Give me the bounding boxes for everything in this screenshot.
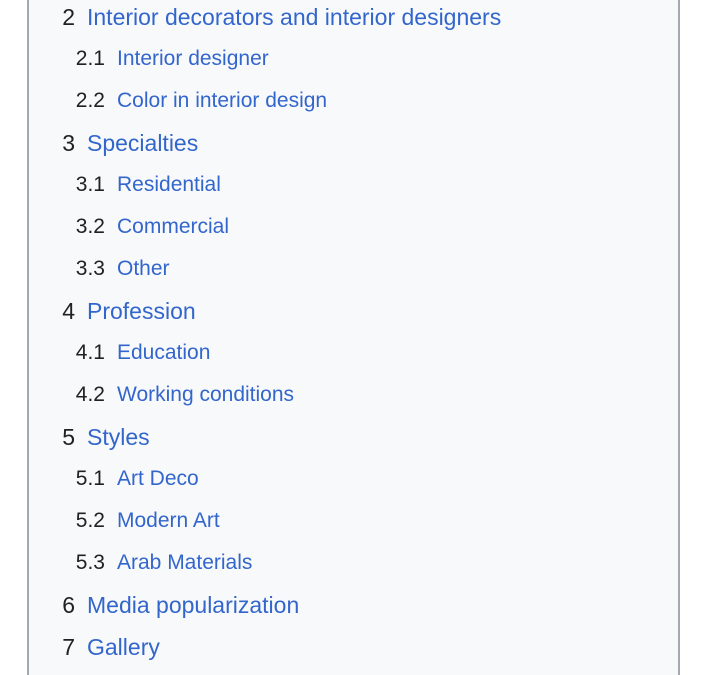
toc-entry-number: 4.1 xyxy=(75,341,105,364)
toc-list: 1.3Expansion2Interior decorators and int… xyxy=(29,0,678,668)
toc-entry-link[interactable]: Education xyxy=(117,332,210,374)
toc-entry[interactable]: 3.1 Residential xyxy=(29,164,678,206)
toc-entry-link[interactable]: Interior decorators and interior designe… xyxy=(87,0,501,38)
toc-entry-number: 2.1 xyxy=(75,47,105,70)
toc-entry-link[interactable]: Arab Materials xyxy=(117,542,252,584)
toc-entry-link[interactable]: Art Deco xyxy=(117,458,199,500)
toc-entry-number: 6 xyxy=(62,592,75,618)
toc-entry-number: 5.3 xyxy=(75,551,105,574)
toc-entry[interactable]: 5.3 Arab Materials xyxy=(29,542,678,584)
toc-entry[interactable]: 2.1 Interior designer xyxy=(29,38,678,80)
toc-entry-number: 5.2 xyxy=(75,509,105,532)
toc-entry-number: 2.2 xyxy=(75,89,105,112)
toc-entry-link[interactable]: Commercial xyxy=(117,206,229,248)
toc-entry[interactable]: 4 Profession xyxy=(29,290,678,332)
toc-entry[interactable]: 2.2 Color in interior design xyxy=(29,80,678,122)
toc-entry-number: 3.1 xyxy=(75,173,105,196)
toc-entry-number: 4.2 xyxy=(75,383,105,406)
toc-entry[interactable]: 5.1 Art Deco xyxy=(29,458,678,500)
toc-entry[interactable]: 3 Specialties xyxy=(29,122,678,164)
toc-entry[interactable]: 5 Styles xyxy=(29,416,678,458)
toc-entry[interactable]: 4.1 Education xyxy=(29,332,678,374)
toc-entry-number: 2 xyxy=(62,4,75,30)
toc-entry-number: 3.2 xyxy=(75,215,105,238)
toc-entry[interactable]: 3.3 Other xyxy=(29,248,678,290)
toc-entry-link[interactable]: Residential xyxy=(117,164,221,206)
toc-entry-link[interactable]: Color in interior design xyxy=(117,80,327,122)
toc-entry-link[interactable]: Media popularization xyxy=(87,584,299,626)
toc-entry[interactable]: 6 Media popularization xyxy=(29,584,678,626)
toc-entry-link[interactable]: Other xyxy=(117,248,170,290)
toc-entry-link[interactable]: Interior designer xyxy=(117,38,269,80)
toc-entry[interactable]: 2 Interior decorators and interior design… xyxy=(29,0,678,38)
toc-entry[interactable]: 7 Gallery xyxy=(29,626,678,668)
table-of-contents-panel-wrapper: 1.3Expansion2Interior decorators and int… xyxy=(0,0,706,675)
toc-entry-link[interactable]: Gallery xyxy=(87,626,160,668)
toc-entry-link[interactable]: Specialties xyxy=(87,122,198,164)
toc-entry-number: 3.3 xyxy=(75,257,105,280)
toc-entry-link[interactable]: Profession xyxy=(87,290,196,332)
toc-entry-number: 5.1 xyxy=(75,467,105,490)
toc-entry-link[interactable]: Working conditions xyxy=(117,374,294,416)
toc-entry-number: 3 xyxy=(62,130,75,156)
toc-entry-link[interactable]: Modern Art xyxy=(117,500,220,542)
toc-entry-number: 4 xyxy=(62,298,75,324)
toc-entry[interactable]: 3.2 Commercial xyxy=(29,206,678,248)
toc-entry-number: 5 xyxy=(62,424,75,450)
table-of-contents: 1.3Expansion2Interior decorators and int… xyxy=(27,0,680,675)
toc-entry-link[interactable]: Styles xyxy=(87,416,150,458)
toc-entry[interactable]: 4.2 Working conditions xyxy=(29,374,678,416)
toc-entry[interactable]: 5.2 Modern Art xyxy=(29,500,678,542)
toc-entry-number: 7 xyxy=(62,634,75,660)
